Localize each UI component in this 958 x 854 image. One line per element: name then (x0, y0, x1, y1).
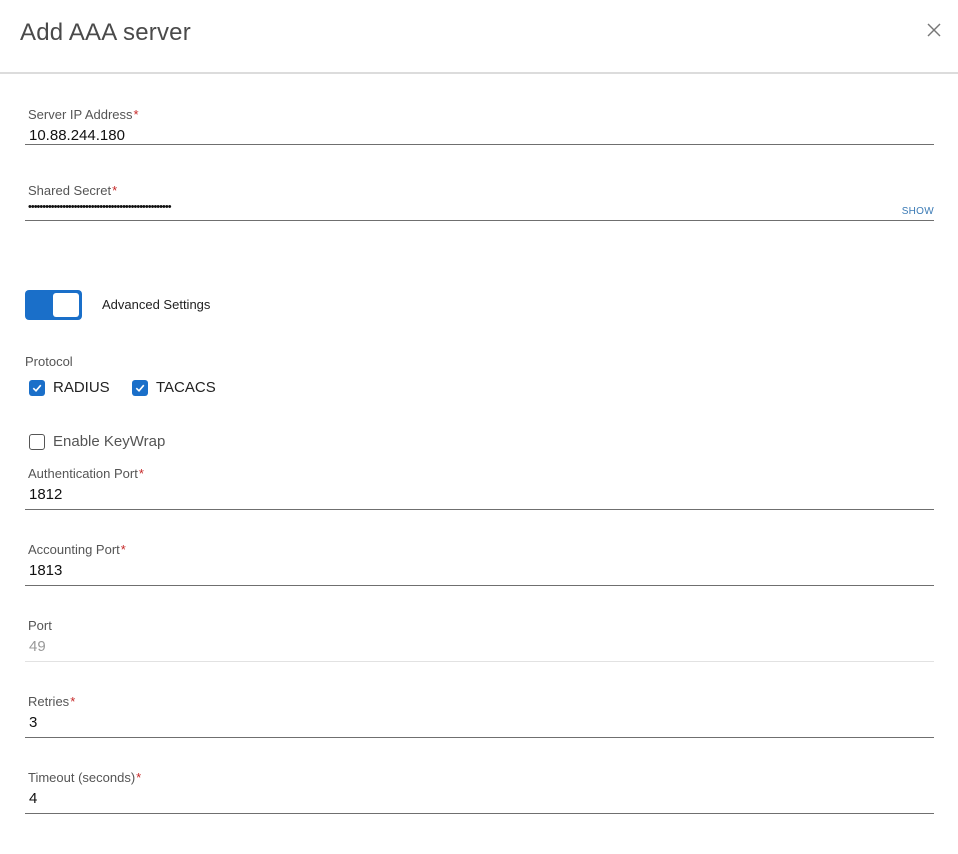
advanced-settings-label: Advanced Settings (102, 297, 211, 312)
advanced-settings-toggle[interactable] (25, 290, 82, 320)
accounting-port-field: Accounting Port* 1813 (25, 542, 934, 616)
required-marker: * (120, 542, 126, 557)
server-ip-input[interactable]: 10.88.244.180 (29, 127, 829, 144)
shared-secret-label: Shared Secret* (28, 183, 118, 198)
input-underline (25, 661, 934, 662)
input-underline (25, 509, 934, 510)
authentication-port-label: Authentication Port* (28, 466, 144, 481)
accounting-port-input[interactable]: 1813 (29, 562, 829, 579)
enable-keywrap-label: Enable KeyWrap (53, 433, 166, 450)
dialog-header: Add AAA server (0, 0, 958, 74)
enable-keywrap-checkbox[interactable]: Enable KeyWrap (29, 433, 165, 450)
required-marker: * (138, 466, 144, 481)
port-field: Port 49 (25, 618, 934, 692)
tacacs-label: TACACS (156, 379, 216, 396)
dialog-title: Add AAA server (20, 19, 191, 46)
retries-field: Retries* 3 (25, 694, 934, 768)
input-underline (25, 220, 934, 221)
checkbox-checked-icon (132, 379, 148, 396)
server-ip-field: Server IP Address* 10.88.244.180 (25, 107, 934, 181)
close-icon[interactable] (924, 20, 944, 40)
authentication-port-input[interactable]: 1812 (29, 486, 829, 503)
checkbox-checked-icon (29, 379, 45, 396)
authentication-port-field: Authentication Port* 1812 (25, 466, 934, 540)
retries-label: Retries* (28, 694, 76, 709)
protocol-label: Protocol (25, 354, 73, 369)
checkbox-unchecked-icon (29, 433, 45, 450)
required-marker: * (112, 183, 118, 198)
timeout-input[interactable]: 4 (29, 790, 829, 807)
required-marker: * (133, 107, 139, 122)
timeout-label: Timeout (seconds)* (28, 770, 142, 785)
input-underline (25, 585, 934, 586)
radius-checkbox[interactable]: RADIUS (29, 379, 110, 396)
shared-secret-field: Shared Secret* •••••••••••••••••••••••••… (25, 183, 934, 257)
show-secret-button[interactable]: SHOW (902, 206, 934, 217)
timeout-field: Timeout (seconds)* 4 (25, 770, 934, 844)
shared-secret-input[interactable]: ••••••••••••••••••••••••••••••••••••••••… (28, 201, 172, 213)
input-underline (25, 813, 934, 814)
port-label: Port (28, 618, 52, 633)
input-underline (25, 737, 934, 738)
retries-input[interactable]: 3 (29, 714, 829, 731)
required-marker: * (70, 694, 76, 709)
radius-label: RADIUS (53, 379, 110, 396)
toggle-knob (53, 293, 79, 317)
accounting-port-label: Accounting Port* (28, 542, 126, 557)
port-input: 49 (29, 638, 46, 655)
input-underline (25, 144, 934, 145)
tacacs-checkbox[interactable]: TACACS (132, 379, 216, 396)
server-ip-label: Server IP Address* (28, 107, 139, 122)
required-marker: * (136, 770, 142, 785)
